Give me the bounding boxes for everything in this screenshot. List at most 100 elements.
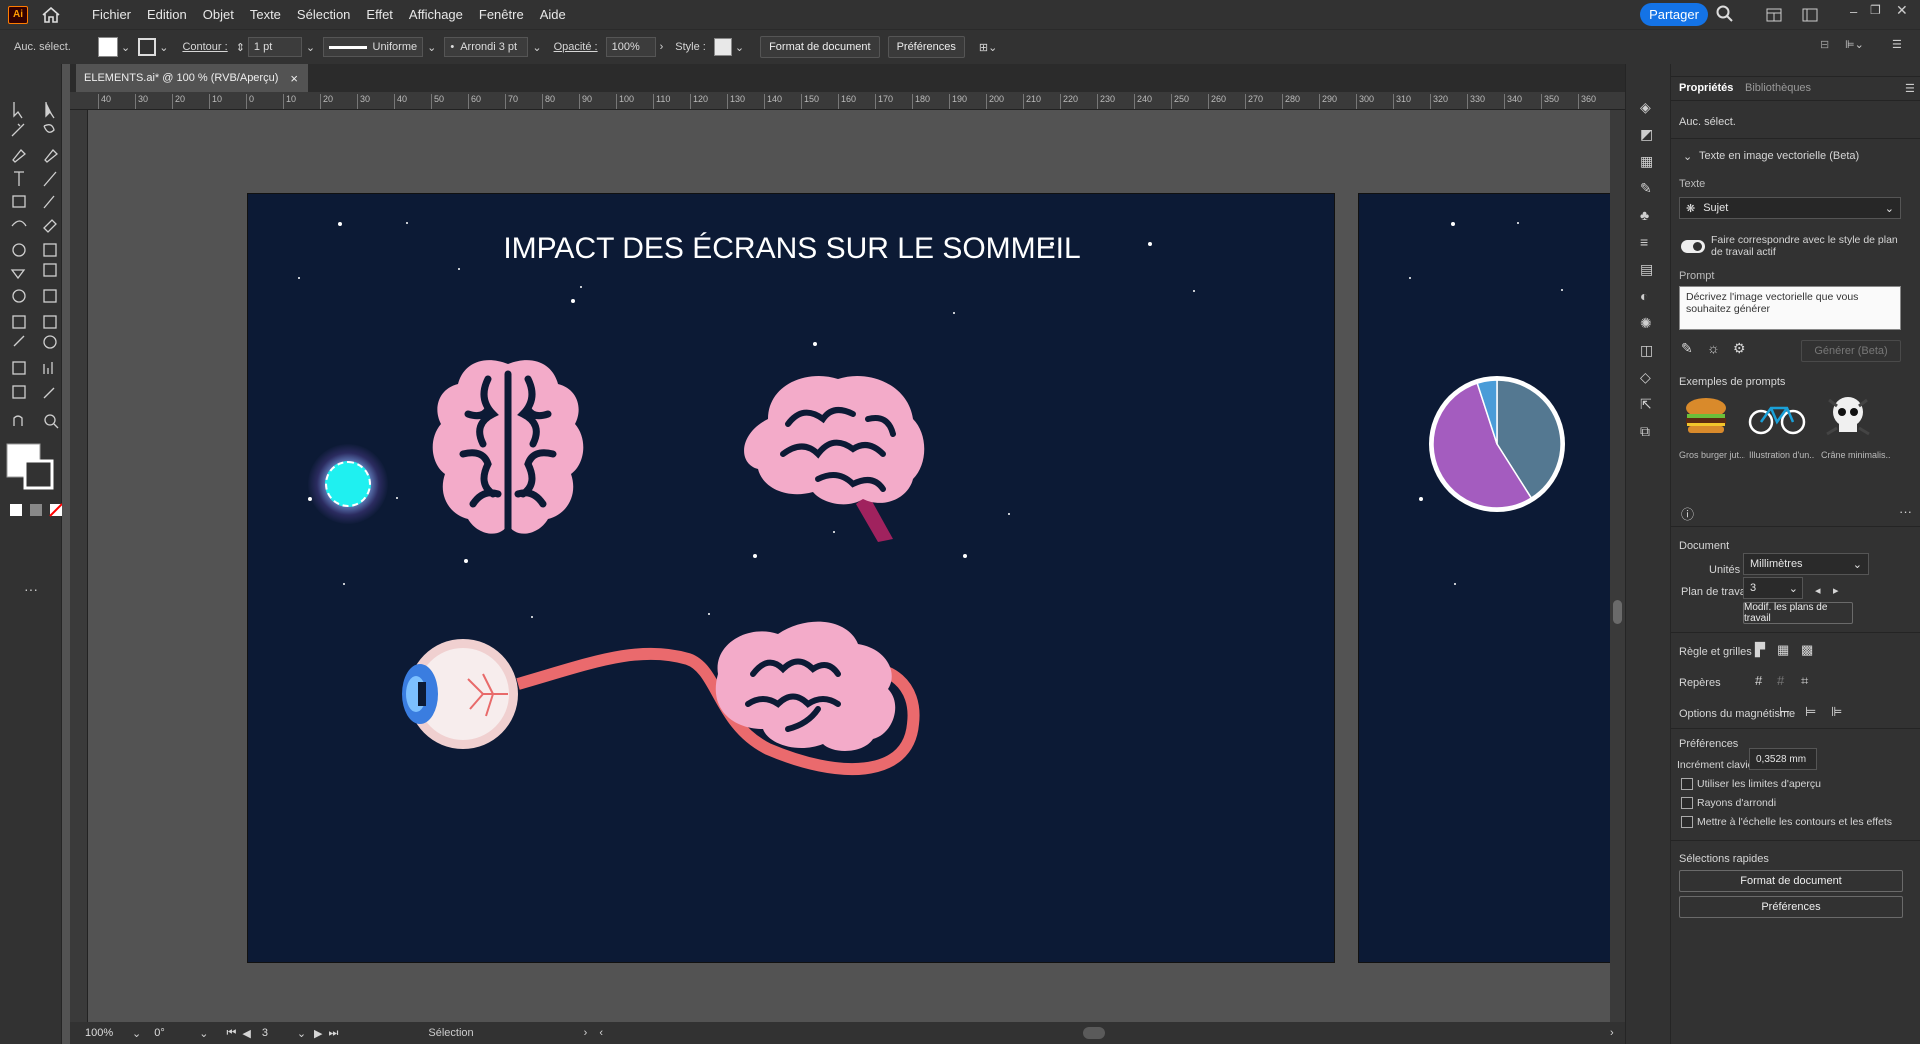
chevron-right-icon[interactable]: › (1610, 1027, 1614, 1039)
snap-pixel-icon[interactable]: ⊫ (1831, 704, 1842, 720)
lock-guides-icon[interactable]: # (1777, 673, 1784, 688)
chevron-right-icon[interactable]: › (660, 41, 664, 53)
vertical-scrollbar[interactable] (1610, 110, 1625, 1022)
previous-artboard-icon[interactable]: ◀ (242, 1027, 250, 1040)
canvas[interactable]: IMPACT DES ÉCRANS SUR LE SOMMEIL (88, 110, 1610, 1022)
rotation-input[interactable]: 0° (149, 1023, 199, 1043)
snap-grid-icon[interactable]: ⊨ (1805, 704, 1816, 720)
artboard-second[interactable] (1358, 193, 1610, 963)
chevron-down-icon[interactable]: ⌄ (1683, 150, 1692, 163)
menu-edition[interactable]: Edition (139, 7, 195, 22)
rulers-icon[interactable]: ▛ (1755, 642, 1765, 658)
libraries-icon[interactable]: ◩ (1640, 121, 1653, 148)
gradient-icon[interactable]: ▤ (1640, 256, 1653, 283)
previous-artboard-icon[interactable]: ◂ (1815, 584, 1821, 597)
stroke-weight-input[interactable]: 1 pt (247, 37, 302, 57)
opacity-input[interactable]: 100% (605, 37, 656, 57)
keyboard-increment-input[interactable]: 0,3528 mm (1749, 748, 1817, 770)
menu-selection[interactable]: Sélection (289, 7, 358, 22)
burger-example-image[interactable] (1681, 396, 1731, 438)
chevron-down-icon[interactable]: ⌄ (132, 1027, 141, 1040)
corner-radius-checkbox[interactable] (1681, 797, 1693, 809)
grid-icon[interactable]: ▦ (1777, 642, 1789, 658)
chevron-down-icon[interactable]: ⌄ (121, 41, 130, 54)
menu-effet[interactable]: Effet (358, 7, 401, 22)
style-reference-icon[interactable]: ✎ (1681, 340, 1693, 357)
brain-side-illustration[interactable] (728, 364, 938, 544)
menu-texte[interactable]: Texte (242, 7, 289, 22)
appearance-icon[interactable]: ✺ (1640, 310, 1653, 337)
scale-strokes-checkbox[interactable] (1681, 816, 1693, 828)
stroke-label[interactable]: Contour : (182, 41, 227, 53)
pie-chart[interactable] (1427, 374, 1567, 514)
menu-objet[interactable]: Objet (195, 7, 242, 22)
stroke-panel-icon[interactable]: ≡ (1640, 229, 1653, 256)
chevron-right-icon[interactable]: › (584, 1027, 588, 1039)
swatches-icon[interactable]: ▦ (1640, 148, 1653, 175)
menu-affichage[interactable]: Affichage (401, 7, 471, 22)
brush-select[interactable]: • Arrondi 3 pt (444, 37, 529, 57)
close-tab-icon[interactable]: × (290, 71, 298, 86)
home-icon[interactable] (38, 4, 64, 26)
tab-properties[interactable]: Propriétés (1679, 82, 1733, 94)
style-swatch[interactable] (713, 38, 732, 56)
close-window-icon[interactable]: ✕ (1896, 2, 1908, 19)
graphic-styles-icon[interactable]: ◫ (1640, 337, 1653, 364)
info-icon[interactable]: ⓘ (1681, 504, 1694, 523)
chevron-down-icon[interactable]: ⌄ (297, 1027, 306, 1040)
workspace-icon[interactable] (1802, 8, 1818, 25)
share-button[interactable]: Partager (1640, 3, 1708, 26)
last-artboard-icon[interactable]: ⏭ (329, 1027, 339, 1040)
menu-fenetre[interactable]: Fenêtre (471, 7, 532, 22)
document-setup-button[interactable]: Format de document (760, 36, 880, 58)
more-options-icon[interactable]: ··· (1899, 504, 1912, 519)
export-icon[interactable]: ⇱ (1640, 391, 1653, 418)
transparency-icon[interactable]: ◐ (1640, 283, 1653, 310)
bicycle-example-image[interactable] (1747, 400, 1807, 436)
first-artboard-icon[interactable]: ⏮ (226, 1027, 236, 1040)
smart-guides-icon[interactable]: ⌗ (1801, 673, 1808, 689)
symbols-icon[interactable]: ♣ (1640, 202, 1653, 229)
eye-brain-illustration[interactable] (388, 604, 948, 794)
artboard-select[interactable]: 3 ⌄ (1743, 577, 1803, 599)
palette-icon[interactable]: ◈ (1640, 94, 1653, 121)
artboard-main[interactable]: IMPACT DES ÉCRANS SUR LE SOMMEIL (247, 193, 1335, 963)
generate-button[interactable]: Générer (Beta) (1801, 340, 1901, 362)
opacity-label[interactable]: Opacité : (554, 41, 598, 53)
units-select[interactable]: Millimètres ⌄ (1743, 553, 1869, 575)
next-artboard-icon[interactable]: ▶ (314, 1027, 322, 1040)
settings-gear-icon[interactable]: ⚙ (1733, 340, 1746, 357)
search-icon[interactable] (1716, 5, 1734, 26)
document-tab[interactable]: ELEMENTS.ai* @ 100 % (RVB/Aperçu) × (76, 64, 308, 92)
brushes-icon[interactable]: ✎ (1640, 175, 1653, 202)
chevron-down-icon[interactable]: ⌄ (159, 41, 168, 54)
restore-icon[interactable]: ❐ (1870, 3, 1881, 17)
artboards-icon[interactable]: ⧉ (1640, 418, 1653, 445)
snap-point-icon[interactable]: ⊢ (1779, 704, 1790, 720)
menu-aide[interactable]: Aide (532, 7, 574, 22)
section-title[interactable]: Texte en image vectorielle (Beta) (1699, 150, 1859, 162)
skull-example-image[interactable] (1823, 394, 1873, 440)
match-style-toggle[interactable] (1681, 240, 1705, 253)
panel-menu-icon[interactable]: ☰ (1892, 38, 1902, 51)
next-artboard-icon[interactable]: ▸ (1833, 584, 1839, 597)
artboard-number-input[interactable]: 3 (257, 1023, 297, 1043)
edit-artboards-button[interactable]: Modif. les plans de travail (1743, 602, 1853, 624)
tab-libraries[interactable]: Bibliothèques (1745, 82, 1811, 94)
preview-bounds-checkbox[interactable] (1681, 778, 1693, 790)
transform-icon[interactable]: ⊞⌄ (979, 41, 997, 54)
distribute-icon[interactable]: ⊫⌄ (1845, 38, 1864, 51)
horizontal-scroll-thumb[interactable] (1083, 1027, 1106, 1039)
cyan-light-circle[interactable] (325, 461, 371, 507)
quick-document-setup-button[interactable]: Format de document (1679, 870, 1903, 892)
layers-icon[interactable]: ◇ (1640, 364, 1653, 391)
stroke-swatch[interactable] (138, 38, 157, 56)
type-select[interactable]: ❋ Sujet ⌄ (1679, 197, 1901, 219)
transparency-grid-icon[interactable]: ▩ (1801, 642, 1813, 658)
panel-menu-icon[interactable]: ☰ (1905, 82, 1915, 95)
preferences-button[interactable]: Préférences (887, 36, 965, 58)
prompt-textarea[interactable]: Décrivez l'image vectorielle que vous so… (1679, 286, 1901, 330)
idea-icon[interactable]: ☼ (1707, 340, 1720, 356)
chevron-down-icon[interactable]: ⌄ (199, 1027, 208, 1040)
chevron-down-icon[interactable]: ⌄ (532, 41, 541, 54)
